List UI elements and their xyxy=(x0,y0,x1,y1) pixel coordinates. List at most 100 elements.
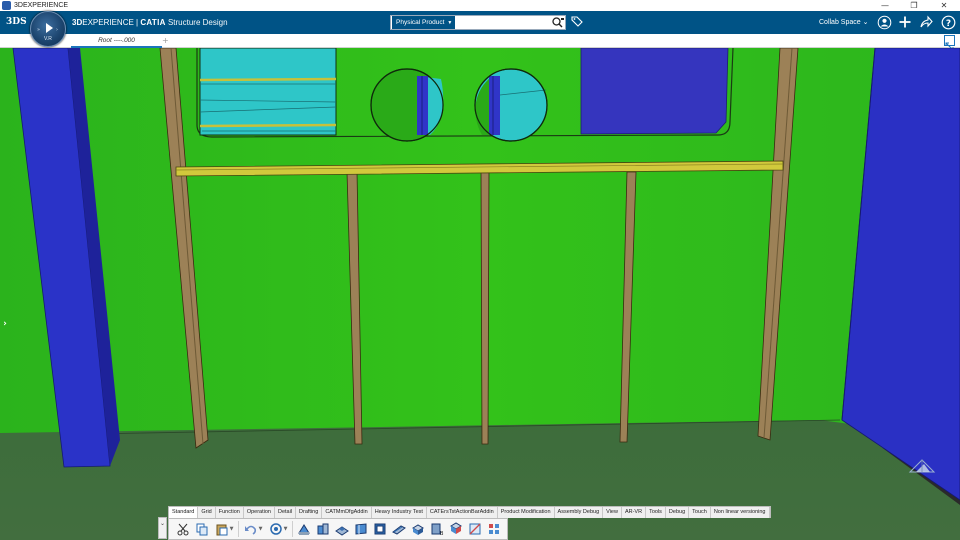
split-tool-button[interactable] xyxy=(467,521,483,537)
bracket-tool-button[interactable]: B xyxy=(429,521,445,537)
share-icon xyxy=(920,15,933,28)
collab-space-selector[interactable]: Collab Space ⌄ xyxy=(819,11,868,34)
bracket-icon: B xyxy=(431,523,444,536)
opening-tool-button[interactable] xyxy=(448,521,464,537)
action-bar-tab-ar-vr[interactable]: AR-VR xyxy=(622,507,647,518)
action-bar-tab-caterststactionbaraddin[interactable]: CATErsTstActionBarAddin xyxy=(427,507,498,518)
action-bar-tab-debug[interactable]: Debug xyxy=(666,507,690,518)
update-icon xyxy=(269,523,282,535)
split-icon xyxy=(469,523,481,535)
dassault-logo-icon[interactable]: 3DS xyxy=(6,13,27,31)
plate-tool-button[interactable] xyxy=(353,521,369,537)
action-bar-tab-catmmdfgaddin[interactable]: CATMmDfgAddin xyxy=(322,507,372,518)
robot-compass-icon[interactable] xyxy=(908,457,936,475)
profile-tool-button[interactable] xyxy=(410,521,426,537)
stiffener-icon xyxy=(374,523,386,535)
brand-app-name: CATIA xyxy=(140,18,166,27)
fullscreen-button[interactable] xyxy=(944,35,955,51)
manage-tool-button[interactable] xyxy=(486,521,502,537)
action-bar-tab-standard[interactable]: Standard xyxy=(169,507,199,518)
copy-tool-button[interactable] xyxy=(194,521,210,537)
compass-label: V.R xyxy=(44,36,52,42)
stiffener-3[interactable] xyxy=(480,164,490,445)
3d-viewport[interactable]: › xyxy=(0,48,960,540)
action-bar-tab-non-linear-versioning[interactable]: Non linear versioning xyxy=(711,507,770,518)
compass-dots-right-icon: › xyxy=(56,27,58,33)
search-scope-dropdown[interactable]: Physical Product ▼ xyxy=(392,16,456,29)
action-bar-tab-detail[interactable]: Detail xyxy=(275,507,297,518)
round-opening-right[interactable] xyxy=(474,68,548,142)
top-bar: 3DS 3DEXPERIENCE | CATIA Structure Desig… xyxy=(0,11,960,34)
search-input[interactable] xyxy=(455,16,551,29)
action-bar-tabs: Standard Grid Function Operation Detail Draft… xyxy=(168,506,771,518)
side-panel-expand-chevron-icon[interactable]: › xyxy=(1,318,9,330)
chevron-down-icon: ⌄ xyxy=(159,520,166,527)
share-button[interactable] xyxy=(918,14,934,30)
svg-text:?: ? xyxy=(945,19,950,29)
app-logo-icon xyxy=(2,1,11,10)
action-bar-tab-touch[interactable]: Touch xyxy=(689,507,711,518)
transform-tool-button[interactable] xyxy=(334,521,350,537)
brand-module: Structure Design xyxy=(167,18,228,27)
round-opening-left[interactable] xyxy=(370,68,444,142)
undo-tool-button[interactable]: ▼ xyxy=(242,521,264,537)
member-tool-button[interactable] xyxy=(391,521,407,537)
close-button[interactable]: ✕ xyxy=(933,0,955,11)
undo-icon xyxy=(244,525,256,535)
editor-tab-bar: Root ----.000 + xyxy=(0,34,960,48)
search-scope-label: Physical Product xyxy=(396,19,445,26)
search-button[interactable] xyxy=(551,16,565,29)
action-bar-tab-heavy-industry-test[interactable]: Heavy Industry Test xyxy=(372,507,427,518)
compass-widget[interactable]: » › V.R xyxy=(30,11,66,47)
action-bar-collapse-button[interactable]: ⌄ xyxy=(158,517,167,539)
chevron-down-icon[interactable]: ▼ xyxy=(230,526,234,532)
action-bar-tab-function[interactable]: Function xyxy=(216,507,244,518)
restore-button[interactable]: ❐ xyxy=(903,0,925,11)
action-bar-tab-view[interactable]: View xyxy=(603,507,622,518)
update-tool-button[interactable]: ▼ xyxy=(267,521,289,537)
profile-icon xyxy=(412,524,424,535)
member-icon xyxy=(392,525,406,535)
action-bar-tab-product-modification[interactable]: Product Modification xyxy=(498,507,555,518)
manage-icon xyxy=(489,524,499,534)
action-bar-tab-drafting[interactable]: Drafting xyxy=(296,507,323,518)
blue-bulkhead-upper[interactable] xyxy=(580,48,729,135)
brand-experience: EXPERIENCE xyxy=(82,18,134,27)
catia-app-window: 3DEXPERIENCE — ❐ ✕ 3DS 3DEXPERIENCE | CA… xyxy=(0,0,960,540)
add-button[interactable] xyxy=(897,14,913,30)
assembly-icon xyxy=(317,523,329,535)
chevron-down-icon[interactable]: ▼ xyxy=(284,526,288,532)
toolbar-separator xyxy=(292,521,293,537)
tag-icon[interactable] xyxy=(571,15,583,29)
chevron-down-icon: ⌄ xyxy=(862,19,869,26)
minimize-icon: — xyxy=(881,1,889,10)
structure-model-scene[interactable] xyxy=(0,48,960,540)
action-bar: Standard Grid Function Operation Detail Draft… xyxy=(168,506,801,540)
cut-tool-button[interactable] xyxy=(175,521,191,537)
window-title: 3DEXPERIENCE xyxy=(14,2,69,9)
user-profile-button[interactable] xyxy=(876,14,892,30)
assembly-tool-button[interactable] xyxy=(315,521,331,537)
help-button[interactable]: ? xyxy=(940,14,956,30)
chevron-down-icon[interactable]: ▼ xyxy=(259,526,263,532)
search-icon xyxy=(552,16,564,27)
paste-tool-button[interactable]: ▼ xyxy=(213,521,235,537)
chevron-down-icon: ▼ xyxy=(447,19,453,26)
transform-icon xyxy=(335,526,349,536)
brand-prefix: 3D xyxy=(72,18,83,27)
action-bar-tab-grid[interactable]: Grid xyxy=(198,507,216,518)
action-bar-tab-operation[interactable]: Operation xyxy=(244,507,275,518)
action-bar-tab-assembly-debug[interactable]: Assembly Debug xyxy=(555,507,604,518)
add-tab-button[interactable]: + xyxy=(162,34,169,47)
window-glass-panel[interactable] xyxy=(199,48,337,136)
window-titlebar: 3DEXPERIENCE — ❐ ✕ xyxy=(0,0,960,11)
close-icon: ✕ xyxy=(940,1,948,10)
minimize-button[interactable]: — xyxy=(874,0,896,11)
tab-root[interactable]: Root ----.000 xyxy=(71,35,162,48)
stiffener-tool-button[interactable] xyxy=(372,521,388,537)
part-tool-button[interactable] xyxy=(296,521,312,537)
action-bar-tab-tools[interactable]: Tools xyxy=(646,507,666,518)
cut-icon xyxy=(177,523,189,536)
search-box: Physical Product ▼ xyxy=(390,15,566,30)
plate-icon xyxy=(355,523,367,535)
